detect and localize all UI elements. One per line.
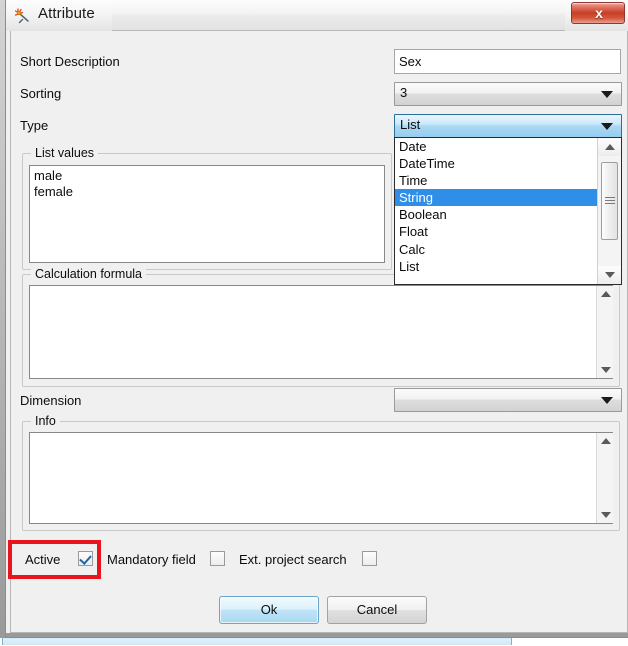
dropdown-option-time[interactable]: Time [395, 172, 599, 189]
scroll-down-icon[interactable] [597, 362, 614, 378]
ok-button[interactable]: Ok [219, 596, 319, 624]
type-dropdown-list[interactable]: Date DateTime Time String Boolean Float … [395, 138, 599, 284]
ext-project-search-label: Ext. project search [239, 552, 347, 567]
dialog-title: Attribute [38, 5, 95, 22]
short-description-input[interactable] [394, 49, 621, 74]
dimension-combobox[interactable] [394, 388, 622, 412]
dropdown-option-datetime[interactable]: DateTime [395, 155, 599, 172]
dimension-label: Dimension [20, 393, 82, 408]
dropdown-option-date[interactable]: Date [395, 138, 599, 155]
scroll-down-icon[interactable] [597, 507, 614, 523]
chevron-down-icon [601, 91, 613, 98]
dialog-titlebar[interactable]: Attribute x [5, 0, 628, 31]
active-checkbox[interactable] [78, 551, 93, 566]
chevron-down-icon [601, 123, 613, 130]
attribute-dialog: Attribute x Short Description Sorting 3 … [0, 0, 628, 638]
dropdown-option-string[interactable]: String [395, 189, 599, 207]
calculation-formula-textarea[interactable] [29, 285, 613, 379]
list-values-title: List values [31, 146, 99, 160]
dropdown-option-calc[interactable]: Calc [395, 241, 599, 258]
screenshot-root: Attribute x Short Description Sorting 3 … [0, 0, 628, 646]
scrollbar-thumb[interactable] [601, 162, 618, 240]
close-button[interactable]: x [571, 2, 625, 24]
scroll-up-icon[interactable] [597, 433, 614, 449]
scroll-up-icon[interactable] [598, 138, 621, 156]
info-scrollbar[interactable] [596, 433, 613, 523]
active-label: Active [25, 552, 61, 567]
list-values-textarea[interactable]: male female [29, 165, 385, 263]
dropdown-option-list[interactable]: List [395, 258, 599, 275]
scroll-down-icon[interactable] [598, 266, 621, 284]
close-icon: x [595, 5, 603, 21]
sorting-value: 3 [400, 85, 408, 100]
type-label: Type [20, 118, 49, 133]
info-title: Info [31, 414, 60, 428]
attribute-icon [14, 8, 29, 24]
mandatory-field-checkbox[interactable] [210, 551, 225, 566]
type-dropdown-popup[interactable]: Date DateTime Time String Boolean Float … [394, 137, 622, 285]
dropdown-option-float[interactable]: Float [395, 223, 599, 240]
info-textarea[interactable] [29, 432, 613, 524]
sorting-combobox[interactable]: 3 [394, 82, 622, 106]
scroll-up-icon[interactable] [597, 286, 614, 302]
dropdown-scrollbar[interactable] [597, 138, 621, 284]
type-value: List [400, 117, 421, 132]
dropdown-option-boolean[interactable]: Boolean [395, 206, 599, 223]
sorting-label: Sorting [20, 86, 62, 101]
dialog-body: Short Description Sorting 3 Type List Li… [10, 31, 628, 633]
grip-icon [604, 197, 615, 205]
chevron-down-icon [601, 397, 613, 404]
mandatory-field-label: Mandatory field [107, 552, 196, 567]
calculation-formula-title: Calculation formula [31, 267, 146, 281]
type-combobox[interactable]: List [394, 114, 622, 138]
short-description-label: Short Description [20, 54, 120, 69]
calculation-formula-scrollbar[interactable] [596, 286, 613, 378]
cancel-button[interactable]: Cancel [327, 596, 427, 624]
ext-project-search-checkbox[interactable] [362, 551, 377, 566]
